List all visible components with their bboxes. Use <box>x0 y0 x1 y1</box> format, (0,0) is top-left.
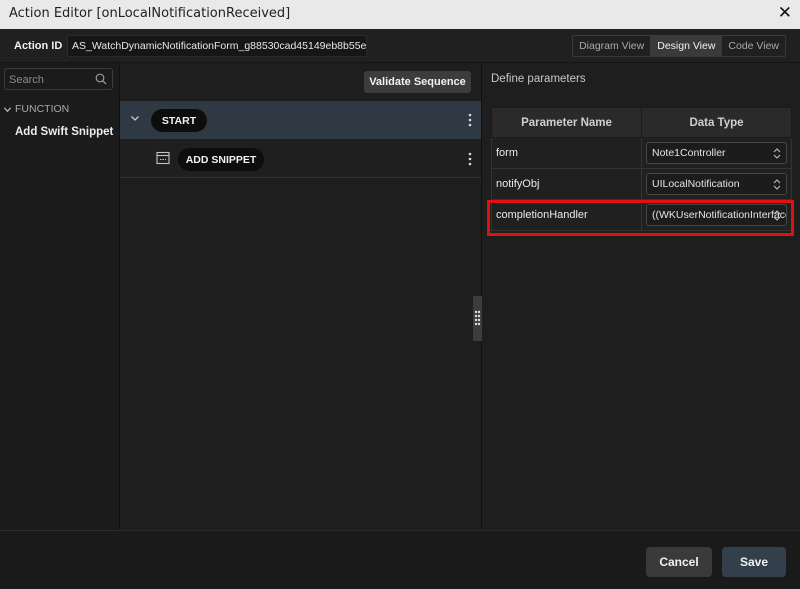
view-tabs: Diagram View Design View Code View <box>572 35 786 57</box>
panel-splitter[interactable] <box>473 296 482 341</box>
select-arrows-icon <box>773 148 781 159</box>
footer-bar: Cancel Save <box>0 530 800 589</box>
snippet-row[interactable]: ADD SNIPPET <box>120 140 481 178</box>
data-type-cell: UILocalNotification <box>641 168 792 200</box>
chevron-down-icon[interactable] <box>130 113 140 123</box>
tab-design-view[interactable]: Design View <box>650 36 722 56</box>
start-row[interactable]: START <box>120 101 481 139</box>
tab-code-view[interactable]: Code View <box>721 36 785 56</box>
column-header-data-type: Data Type <box>641 107 792 138</box>
data-type-cell: ((WKUserNotificationInterfaceType) -> Vo… <box>641 199 792 231</box>
data-type-select[interactable]: UILocalNotification <box>646 173 787 195</box>
data-type-value: ((WKUserNotificationInterfaceType) -> Vo… <box>652 209 786 221</box>
window-title: Action Editor [onLocalNotificationReceiv… <box>9 6 291 21</box>
data-type-value: UILocalNotification <box>652 178 740 190</box>
parameter-name: form <box>491 137 642 169</box>
cancel-button[interactable]: Cancel <box>646 547 712 577</box>
parameters-panel: Define parameters Parameter Name Data Ty… <box>482 63 800 530</box>
title-bar: Action Editor [onLocalNotificationReceiv… <box>0 0 800 29</box>
column-header-parameter-name: Parameter Name <box>491 107 642 138</box>
sidebar-item-add-swift-snippet[interactable]: Add Swift Snippet <box>15 126 113 138</box>
kebab-menu-icon[interactable] <box>467 113 473 127</box>
function-group-label: FUNCTION <box>15 103 70 115</box>
search-box <box>4 68 113 90</box>
parameter-name: completionHandler <box>491 199 642 231</box>
table-row: completionHandler ((WKUserNotificationIn… <box>491 199 792 231</box>
data-type-value: Note1Controller <box>652 147 726 159</box>
data-type-select[interactable]: ((WKUserNotificationInterfaceType) -> Vo… <box>646 204 787 226</box>
tab-diagram-view[interactable]: Diagram View <box>573 36 650 56</box>
save-button[interactable]: Save <box>722 547 786 577</box>
action-id-label: Action ID <box>14 40 63 52</box>
action-id-bar: Action ID AS_WatchDynamicNotificationFor… <box>0 29 800 63</box>
start-node[interactable]: START <box>151 109 207 132</box>
parameter-name: notifyObj <box>491 168 642 200</box>
table-row: notifyObj UILocalNotification <box>491 168 792 200</box>
validate-sequence-button[interactable]: Validate Sequence <box>364 71 471 93</box>
data-type-select[interactable]: Note1Controller <box>646 142 787 164</box>
search-icon[interactable] <box>95 73 107 85</box>
function-sidebar: FUNCTION Add Swift Snippet <box>0 63 120 530</box>
search-input[interactable] <box>9 72 91 87</box>
sequence-panel: Validate Sequence START ADD SNIPPET <box>120 63 482 530</box>
select-arrows-icon <box>773 210 781 221</box>
close-icon[interactable]: ✕ <box>778 3 792 23</box>
drag-handle-icon <box>474 310 481 326</box>
add-snippet-button[interactable]: ADD SNIPPET <box>178 148 264 171</box>
data-type-cell: Note1Controller <box>641 137 792 169</box>
table-row: form Note1Controller <box>491 137 792 169</box>
action-id-field[interactable]: AS_WatchDynamicNotificationForm_g88530ca… <box>67 35 367 57</box>
chevron-down-icon <box>3 106 12 112</box>
parameters-table: Parameter Name Data Type form Note1Contr… <box>491 107 792 231</box>
snippet-icon <box>156 151 170 165</box>
kebab-menu-icon[interactable] <box>467 152 473 166</box>
select-arrows-icon <box>773 179 781 190</box>
function-group-header[interactable]: FUNCTION <box>3 103 69 115</box>
define-parameters-header: Define parameters <box>491 73 586 85</box>
